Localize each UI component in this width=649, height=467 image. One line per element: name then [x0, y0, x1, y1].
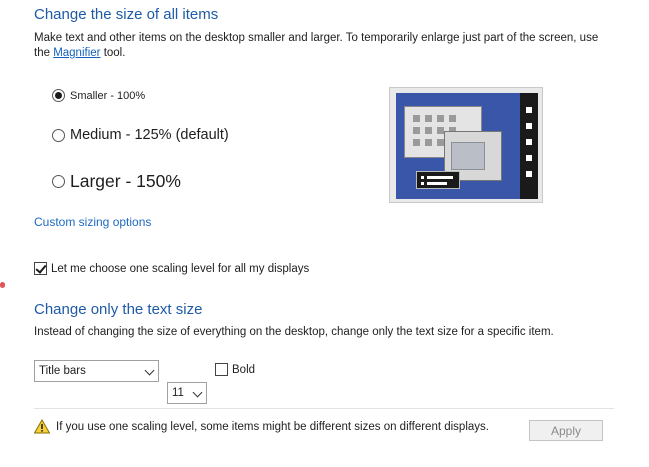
radio-option-larger[interactable]: Larger - 150%	[52, 171, 181, 192]
scale-description-text-end: tool.	[100, 47, 126, 59]
radio-larger-label: Larger - 150%	[70, 171, 181, 191]
red-marker-dot	[0, 282, 5, 288]
preview-taskbar	[520, 93, 538, 199]
bold-label: Bold	[232, 363, 256, 376]
radio-medium-label: Medium - 125% (default)	[70, 127, 229, 143]
radio-option-medium[interactable]: Medium - 125% (default)	[52, 127, 229, 143]
bold-checkbox-row[interactable]: Bold	[215, 363, 255, 376]
chevron-down-icon	[144, 365, 155, 376]
custom-sizing-options-link[interactable]: Custom sizing options	[34, 215, 151, 229]
magnifier-link[interactable]: Magnifier	[53, 47, 100, 59]
radio-smaller-label: Smaller - 100%	[70, 89, 146, 102]
chevron-down-icon	[192, 387, 203, 398]
footer-divider	[34, 408, 614, 409]
warning-triangle-icon	[33, 418, 51, 434]
scaling-preview-image	[389, 87, 543, 203]
bold-checkbox[interactable]	[215, 363, 228, 376]
radio-medium-indicator[interactable]	[52, 128, 65, 142]
item-select-value: Title bars	[39, 365, 86, 377]
one-scaling-level-checkbox[interactable]	[34, 262, 47, 275]
warning-text: If you use one scaling level, some items…	[56, 421, 489, 433]
one-scaling-level-label: Let me choose one scaling level for all …	[51, 262, 310, 275]
one-scaling-level-checkbox-row[interactable]: Let me choose one scaling level for all …	[34, 262, 309, 275]
item-select-dropdown[interactable]: Title bars	[34, 360, 159, 382]
scale-description: Make text and other items on the desktop…	[34, 31, 614, 61]
preview-desktop	[396, 93, 538, 199]
section-title-text-size: Change only the text size	[34, 301, 203, 318]
apply-button[interactable]: Apply	[529, 420, 603, 441]
preview-start-menu	[416, 171, 460, 189]
section-title-scale: Change the size of all items	[34, 6, 219, 23]
radio-larger-indicator[interactable]	[52, 175, 65, 188]
radio-option-smaller[interactable]: Smaller - 100%	[52, 89, 145, 102]
radio-smaller-indicator[interactable]	[52, 89, 65, 102]
font-size-select-value: 11	[172, 387, 184, 399]
text-size-description: Instead of changing the size of everythi…	[34, 326, 554, 338]
font-size-select-dropdown[interactable]: 11	[167, 382, 207, 404]
